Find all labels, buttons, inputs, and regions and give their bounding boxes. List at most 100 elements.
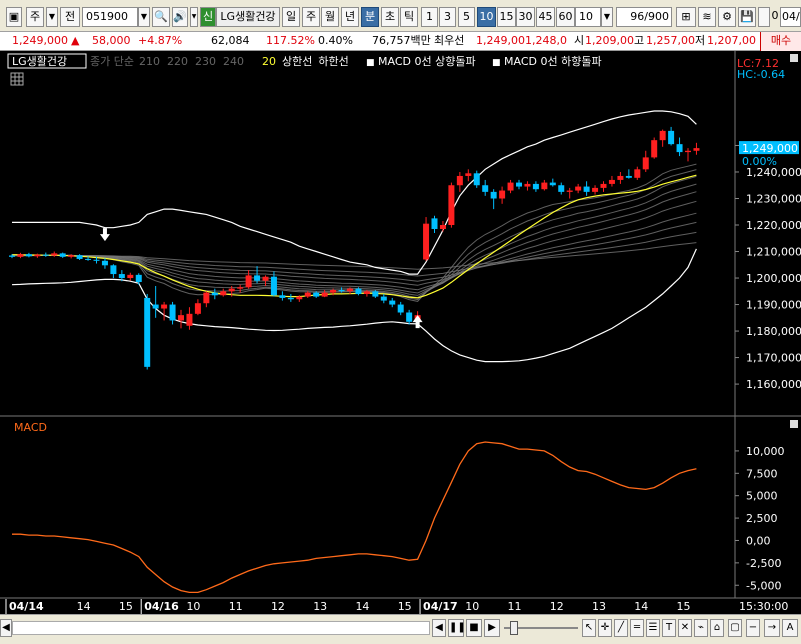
- candle-body: [406, 312, 413, 322]
- candle-body: [389, 300, 396, 305]
- zoom-in-icon[interactable]: A: [782, 619, 798, 637]
- legend-upper-band: 상한선: [282, 55, 312, 68]
- hc-label: HC:-0.64: [737, 68, 785, 81]
- macd-tick-label: 5,000: [746, 490, 778, 503]
- period-tab-4[interactable]: 분: [361, 7, 379, 27]
- interval-select[interactable]: 10: [575, 7, 601, 27]
- interval-tab-0[interactable]: 1: [421, 7, 438, 27]
- period-tab-5[interactable]: 초: [381, 7, 399, 27]
- candle-body: [135, 274, 142, 283]
- market-button[interactable]: 주: [26, 7, 44, 27]
- chart-area[interactable]: 1,160,000 1,170,000 1,180,000 1,190,000 1,20…: [0, 51, 801, 614]
- tool-fib-icon[interactable]: ☰: [646, 619, 660, 637]
- candle-body: [558, 185, 565, 192]
- period-tab-1[interactable]: 주: [302, 7, 320, 27]
- buy-button[interactable]: 매수: [760, 32, 801, 51]
- period-tab-2[interactable]: 월: [321, 7, 339, 27]
- tool-lock-icon[interactable]: ⌂: [710, 619, 724, 637]
- tool-cursor-icon[interactable]: ↖: [582, 619, 596, 637]
- macd-pane-close-icon[interactable]: [790, 420, 798, 428]
- candle-body: [482, 185, 489, 192]
- zoom-slider[interactable]: [504, 621, 578, 635]
- high-price: 1,257,00: [646, 34, 695, 47]
- market-dropdown-icon[interactable]: ▼: [46, 7, 58, 27]
- quote-bar: 1,249,000 ▲ 58,000 +4.87% 62,084 117.52%…: [0, 32, 801, 51]
- zoom-arrow-icon[interactable]: →: [764, 619, 780, 637]
- interval-tab-2[interactable]: 5: [458, 7, 475, 27]
- speaker-icon[interactable]: 🔊: [172, 7, 188, 27]
- candle-body: [659, 130, 666, 141]
- scroll-right-icon[interactable]: ▶: [484, 619, 500, 637]
- capture-icon[interactable]: ▢: [728, 619, 742, 637]
- price-tick-label: 1,190,000: [746, 299, 801, 312]
- date-field[interactable]: 04/: [780, 7, 801, 27]
- count-value[interactable]: 96: [630, 10, 644, 23]
- candle-body: [693, 148, 700, 151]
- prev-button[interactable]: 전: [60, 7, 80, 27]
- checkbox[interactable]: [758, 7, 770, 27]
- candle: [144, 293, 151, 370]
- candle-body: [51, 253, 58, 256]
- scroll-left-icon[interactable]: ◀: [432, 619, 446, 637]
- interval-select-dropdown-icon[interactable]: ▼: [601, 7, 613, 27]
- legend-signal-up: MACD 0선 상향돌파: [378, 55, 476, 68]
- bottom-bar: ◀ ◀ ❚❚ ■ ▶ ↖ ✛ ╱ ═ ☰ T ✕ ⌁ ⌂ ▢ − → A: [0, 614, 801, 644]
- interval-tab-1[interactable]: 3: [439, 7, 456, 27]
- interval-tab-4[interactable]: 15: [497, 7, 516, 27]
- speaker-dropdown-icon[interactable]: ▼: [190, 7, 198, 27]
- period-tab-0[interactable]: 일: [282, 7, 300, 27]
- candle-body: [532, 183, 539, 190]
- stock-code-input[interactable]: 051900: [82, 7, 138, 27]
- candle-body: [380, 296, 387, 301]
- x-tick-label: 12: [271, 600, 285, 613]
- interval-tab-7[interactable]: 60: [556, 7, 575, 27]
- zoom-out-icon[interactable]: −: [746, 619, 760, 637]
- candle-body: [186, 313, 193, 326]
- period-tab-3[interactable]: 년: [341, 7, 359, 27]
- tool-line-icon[interactable]: ╱: [614, 619, 628, 637]
- candle-body: [592, 187, 599, 192]
- tool-text-icon[interactable]: T: [662, 619, 676, 637]
- turnover: 0.40%: [318, 34, 353, 47]
- interval-tab-3[interactable]: 10: [477, 7, 496, 27]
- macd-tick-label: 7,500: [746, 467, 778, 480]
- candle-body: [473, 173, 480, 186]
- candle-body: [169, 304, 176, 321]
- tool-hline-icon[interactable]: ═: [630, 619, 644, 637]
- candle-body: [431, 218, 438, 229]
- scroll-start-icon[interactable]: ◀: [0, 619, 12, 637]
- x-tick-label: 04/16: [144, 600, 179, 613]
- candle-body: [617, 175, 624, 180]
- candle-body: [110, 265, 117, 275]
- x-tick-label: 13: [313, 600, 327, 613]
- window-menu-icon[interactable]: ▣: [6, 7, 22, 27]
- tool-delete-icon[interactable]: ✕: [678, 619, 692, 637]
- zoom-slider-thumb[interactable]: [510, 621, 518, 635]
- legend-ma-210: 210: [139, 55, 160, 68]
- stock-code-dropdown-icon[interactable]: ▼: [138, 7, 150, 27]
- scrollbar-track[interactable]: [12, 621, 430, 635]
- tool-magnet-icon[interactable]: ⌁: [694, 619, 708, 637]
- scroll-pause-icon[interactable]: ❚❚: [448, 619, 466, 637]
- settings-icon[interactable]: ⚙: [718, 7, 736, 27]
- interval-tab-6[interactable]: 45: [536, 7, 555, 27]
- legend-lower-band: 하한선: [318, 54, 348, 68]
- candle-body: [127, 274, 134, 279]
- interval-tab-5[interactable]: 30: [516, 7, 535, 27]
- scroll-stop-icon[interactable]: ■: [466, 619, 482, 637]
- price-pane-close-icon[interactable]: [790, 54, 798, 62]
- compare-icon[interactable]: ≋: [698, 7, 716, 27]
- candle-body: [566, 190, 573, 192]
- tool-crosshair-icon[interactable]: ✛: [598, 619, 612, 637]
- search-icon[interactable]: 🔍: [152, 7, 170, 27]
- legend-signal-down: MACD 0선 하향돌파: [504, 54, 602, 68]
- price-tick-label: 1,160,000: [746, 378, 801, 391]
- info-badge[interactable]: 신: [200, 7, 216, 27]
- period-tab-6[interactable]: 틱: [400, 7, 418, 27]
- x-tick-label: 10: [186, 600, 200, 613]
- save-icon[interactable]: 💾: [738, 7, 756, 27]
- candle-body: [279, 295, 286, 298]
- open-label: 시: [574, 34, 585, 47]
- chart-type-icon[interactable]: ⊞: [676, 7, 696, 27]
- candle-body: [59, 253, 66, 257]
